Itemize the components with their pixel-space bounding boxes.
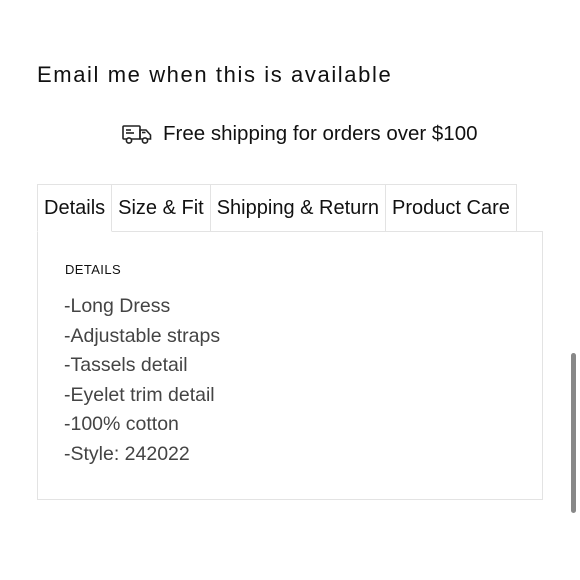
email-notify-link[interactable]: Email me when this is available [37,62,392,88]
list-item: -100% cotton [64,413,179,435]
page-scrollbar-thumb[interactable] [571,353,576,513]
truck-icon [122,123,152,145]
product-info-tabs: Details Size & Fit Shipping & Return Pro… [37,184,517,232]
free-shipping-text: Free shipping for orders over $100 [163,122,478,145]
list-item: -Style: 242022 [64,442,190,465]
tab-shipping-return[interactable]: Shipping & Return [210,184,387,232]
list-item: -Tassels detail [64,354,188,376]
list-item: -Eyelet trim detail [64,383,215,406]
tab-details[interactable]: Details [37,184,113,232]
free-shipping-banner: Free shipping for orders over $100 [122,122,478,146]
details-heading: DETAILS [65,262,122,277]
details-list: -Long Dress -Adjustable straps -Tassels … [64,292,220,469]
details-panel: DETAILS -Long Dress -Adjustable straps -… [37,231,543,500]
list-item: -Adjustable straps [64,324,221,347]
tab-product-care[interactable]: Product Care [386,184,517,232]
tab-size-fit[interactable]: Size & Fit [112,184,211,232]
list-item: -Long Dress [64,295,171,317]
